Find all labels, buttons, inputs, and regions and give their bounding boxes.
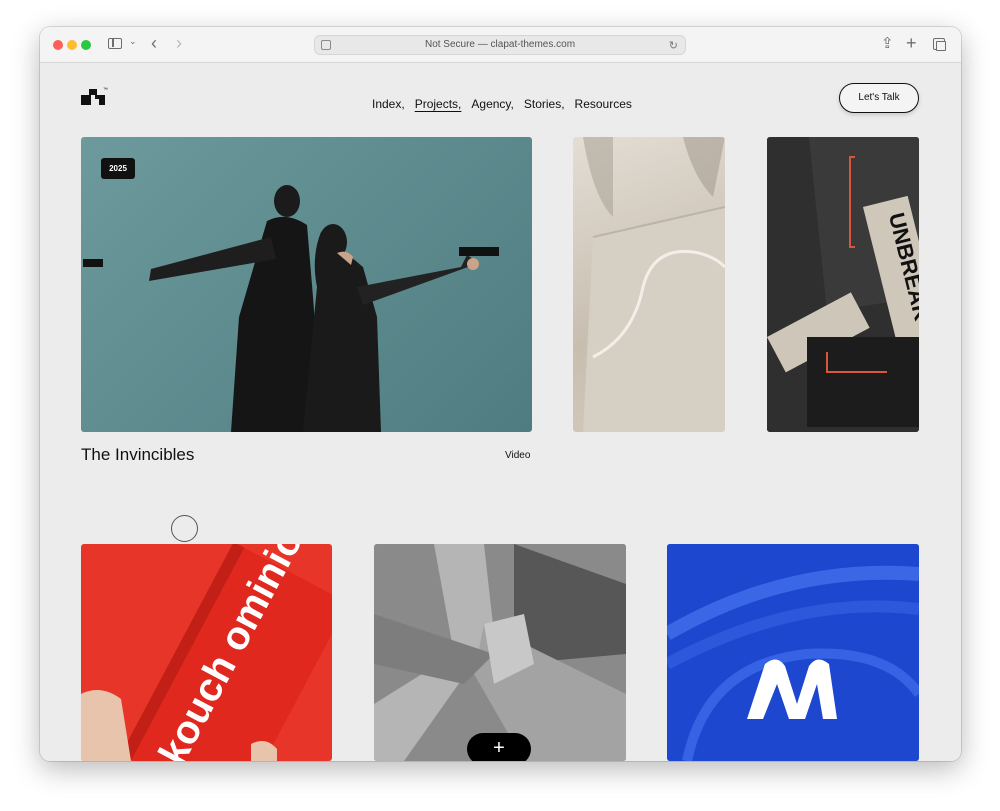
red-box-illustration: kouch ominion [81, 544, 332, 761]
nav-item-resources[interactable]: Resources [575, 97, 632, 111]
unbreak-cards-illustration: UNBREAK [767, 137, 919, 432]
nav-item-projects[interactable]: Projects, [415, 97, 462, 111]
plus-button[interactable]: + [467, 733, 531, 761]
share-icon[interactable]: ⇪ [881, 36, 894, 51]
project-thumbnail-blue-m[interactable] [667, 544, 919, 761]
tab-overview-icon[interactable] [933, 38, 946, 51]
close-window-button[interactable] [53, 40, 63, 50]
address-bar[interactable]: Not Secure — clapat-themes.com ↻ [314, 35, 686, 55]
lets-talk-button[interactable]: Let's Talk [839, 83, 919, 113]
project-thumbnail-tote-bag[interactable] [573, 137, 725, 432]
custom-cursor [171, 515, 198, 542]
featured-photo-illustration [83, 185, 499, 432]
nav-item-index[interactable]: Index, [372, 97, 405, 111]
minimize-window-button[interactable] [67, 40, 77, 50]
trademark-mark: ™ [103, 87, 108, 93]
nav-item-stories[interactable]: Stories, [524, 97, 565, 111]
url-text: Not Secure — clapat-themes.com [424, 39, 576, 50]
year-badge: 2025 [101, 158, 135, 179]
featured-project-image[interactable]: 2025 [81, 137, 532, 432]
project-title[interactable]: The Invincibles [81, 445, 194, 465]
nav-item-agency[interactable]: Agency, [471, 97, 513, 111]
reload-icon[interactable]: ↻ [669, 37, 678, 55]
chevron-down-icon[interactable]: ⌄ [129, 37, 137, 46]
browser-window: ⌄ ‹ › Not Secure — clapat-themes.com ↻ ⇪… [40, 27, 961, 761]
back-arrow-icon[interactable]: ‹ [151, 34, 157, 52]
main-navigation: Index, Projects, Agency, Stories, Resour… [372, 97, 632, 111]
project-category: Video [505, 450, 531, 461]
web-page: ™ Index, Projects, Agency, Stories, Reso… [40, 64, 961, 761]
project-thumbnail-red-box[interactable]: kouch ominion [81, 544, 332, 761]
project-thumbnail-unbreak[interactable]: UNBREAK [767, 137, 919, 432]
blue-arches-illustration [667, 544, 919, 761]
forward-arrow-icon[interactable]: › [176, 34, 182, 52]
page-settings-icon[interactable] [321, 40, 331, 50]
new-tab-icon[interactable]: + [906, 34, 917, 52]
zoom-window-button[interactable] [81, 40, 91, 50]
project-thumbnail-metal-star[interactable] [374, 544, 626, 761]
browser-toolbar: ⌄ ‹ › Not Secure — clapat-themes.com ↻ ⇪… [40, 27, 961, 63]
sidebar-toggle-icon[interactable] [108, 38, 122, 49]
tote-bag-illustration [583, 137, 725, 432]
site-logo[interactable] [81, 89, 105, 105]
metal-star-illustration [374, 544, 626, 761]
